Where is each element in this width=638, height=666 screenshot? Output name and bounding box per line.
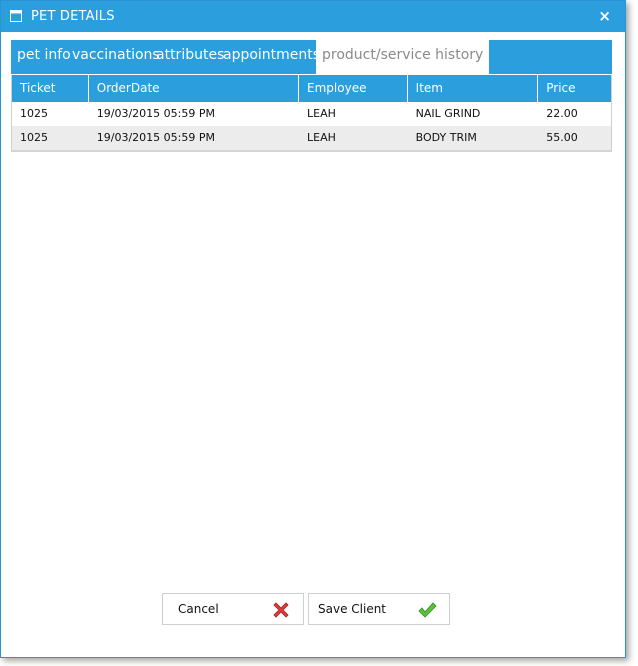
cell-item: BODY TRIM <box>415 131 477 144</box>
cancel-button[interactable]: Cancel <box>162 593 304 625</box>
cancel-button-label: Cancel <box>178 602 219 616</box>
column-header-price[interactable]: Price <box>538 75 611 102</box>
red-x-icon <box>273 602 289 618</box>
cell-item: NAIL GRIND <box>415 107 481 120</box>
close-button[interactable]: × <box>598 7 611 25</box>
column-header-orderdate[interactable]: OrderDate <box>89 75 300 102</box>
column-header-employee[interactable]: Employee <box>299 75 408 102</box>
tab-appointments[interactable]: appointments <box>223 40 320 74</box>
cell-price: 22.00 <box>546 107 578 120</box>
cell-ticket: 1025 <box>20 107 48 120</box>
save-client-button-label: Save Client <box>318 602 387 616</box>
cell-orderdate: 19/03/2015 05:59 PM <box>96 107 215 120</box>
save-client-button[interactable]: Save Client <box>308 593 450 625</box>
tab-attributes[interactable]: attributes <box>156 40 224 74</box>
window-title: PET DETAILS <box>31 9 115 24</box>
tab-vaccinations[interactable]: vaccinations <box>72 40 160 74</box>
tab-pet-info[interactable]: pet info <box>17 40 71 74</box>
green-check-icon <box>418 602 437 618</box>
column-header-ticket[interactable]: Ticket <box>12 75 89 102</box>
table-row[interactable]: 1025 19/03/2015 05:59 PM LEAH BODY TRIM … <box>12 126 611 150</box>
tab-bar: pet info vaccinations attributes appoint… <box>11 40 612 74</box>
cell-ticket: 1025 <box>20 131 48 144</box>
table-header: Ticket OrderDate Employee Item Price <box>12 75 611 102</box>
column-header-item[interactable]: Item <box>408 75 539 102</box>
tab-product-service-history[interactable]: product/service history <box>316 40 490 74</box>
table-row[interactable]: 1025 19/03/2015 05:59 PM LEAH NAIL GRIND… <box>12 102 611 126</box>
window-icon <box>10 10 22 22</box>
title-bar: PET DETAILS × <box>1 1 625 32</box>
cell-orderdate: 19/03/2015 05:59 PM <box>96 131 215 144</box>
cell-price: 55.00 <box>546 131 578 144</box>
cell-employee: LEAH <box>307 131 336 144</box>
cell-employee: LEAH <box>307 107 336 120</box>
pet-details-window: PET DETAILS × pet info vaccinations attr… <box>0 0 626 658</box>
history-table: Ticket OrderDate Employee Item Price 102… <box>11 75 612 152</box>
